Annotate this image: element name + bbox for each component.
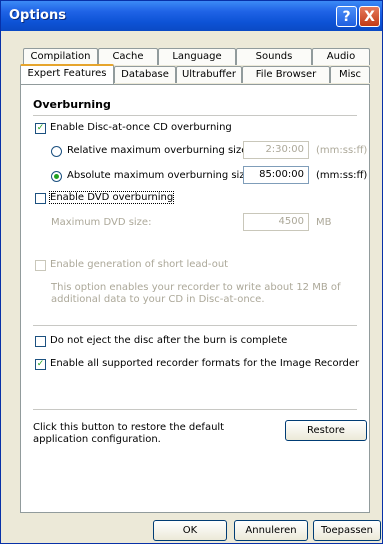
image-recorder-formats-checkbox[interactable]: ✓ xyxy=(35,359,46,370)
relative-size-unit: (mm:ss:ff) xyxy=(316,145,368,156)
restore-description: Click this button to restore the default… xyxy=(33,422,225,445)
no-eject-label: Do not eject the disc after the burn is … xyxy=(50,335,288,346)
absolute-size-radio[interactable] xyxy=(51,171,62,182)
help-icon[interactable]: ? xyxy=(336,6,357,27)
enable-dvd-overburning-checkbox[interactable] xyxy=(35,193,46,204)
close-icon[interactable]: X xyxy=(359,6,380,27)
no-eject-checkbox[interactable] xyxy=(35,336,46,347)
tab-compilation[interactable]: Compilation xyxy=(23,48,98,65)
tab-misc[interactable]: Misc xyxy=(330,66,370,83)
group-divider xyxy=(33,115,357,116)
tab-database[interactable]: Database xyxy=(114,66,176,83)
short-leadout-description: This option enables your recorder to wri… xyxy=(51,282,341,305)
max-dvd-size-label: Maximum DVD size: xyxy=(51,217,152,228)
tab-cache[interactable]: Cache xyxy=(98,48,158,65)
section-divider xyxy=(33,409,357,410)
relative-size-input[interactable]: 2:30:00 xyxy=(243,141,309,159)
title-bar[interactable]: Options ? X xyxy=(1,1,382,31)
enable-dao-overburning-checkbox[interactable]: ✓ xyxy=(35,123,46,134)
image-recorder-formats-label: Enable all supported recorder formats fo… xyxy=(50,358,360,369)
absolute-size-label: Absolute maximum overburning size: xyxy=(67,170,255,181)
ok-button[interactable]: OK xyxy=(153,520,227,541)
max-dvd-size-input[interactable]: 4500 xyxy=(243,213,309,231)
window-title: Options xyxy=(9,8,66,23)
short-leadout-checkbox[interactable] xyxy=(35,260,46,271)
max-dvd-size-unit: MB xyxy=(316,217,332,228)
apply-button[interactable]: Toepassen xyxy=(313,520,381,541)
tab-language[interactable]: Language xyxy=(158,48,236,65)
tab-expert-features[interactable]: Expert Features xyxy=(20,64,114,84)
relative-size-label: Relative maximum overburning size: xyxy=(67,145,251,156)
relative-size-radio[interactable] xyxy=(51,146,62,157)
cancel-button[interactable]: Annuleren xyxy=(234,520,308,541)
enable-dvd-overburning-label: Enable DVD overburning xyxy=(48,191,175,204)
short-leadout-label: Enable generation of short lead-out xyxy=(50,259,229,270)
tab-ultrabuffer[interactable]: Ultrabuffer xyxy=(176,66,242,83)
absolute-size-input[interactable]: 85:00:00 xyxy=(243,166,309,184)
overburning-group-title: Overburning xyxy=(33,98,111,111)
restore-button[interactable]: Restore xyxy=(285,420,367,441)
tab-file-browser[interactable]: File Browser xyxy=(242,66,330,83)
expert-features-panel: Overburning ✓ Enable Disc-at-once CD ove… xyxy=(20,84,370,513)
tab-audio[interactable]: Audio xyxy=(312,48,370,65)
enable-dao-overburning-label: Enable Disc-at-once CD overburning xyxy=(50,122,232,133)
options-dialog: Options ? X Compilation Cache Language S… xyxy=(0,0,383,544)
tab-sounds[interactable]: Sounds xyxy=(236,48,312,65)
absolute-size-unit: (mm:ss:ff) xyxy=(316,170,368,181)
section-divider xyxy=(33,325,357,326)
